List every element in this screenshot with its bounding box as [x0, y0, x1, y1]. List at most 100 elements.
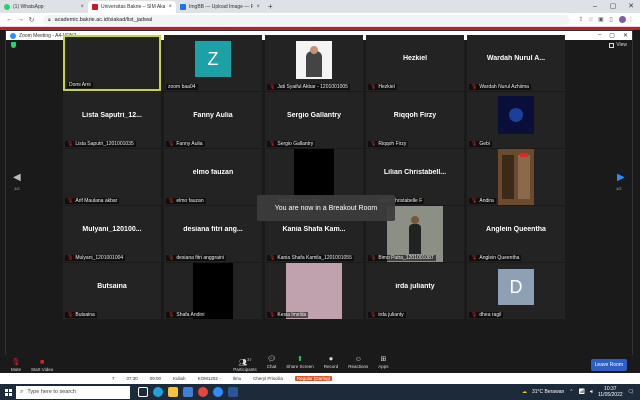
zoom-app-icon[interactable]	[213, 387, 223, 397]
participant-name-tag: 🎙︎ Kesia Imelda	[267, 312, 309, 318]
word-icon[interactable]	[228, 387, 238, 397]
muted-mic-icon: 🎙︎	[269, 141, 276, 147]
browser-tab-strip: (1) WhatsApp × Universitas Bakrie – SIM …	[0, 0, 640, 13]
reload-icon[interactable]: ↻	[26, 16, 37, 24]
address-bar: ← → ↻ 🔒︎ academic.bakrie.ac.id/siakad/li…	[0, 13, 640, 27]
mute-button[interactable]: 🎙︎ Mute	[11, 358, 21, 372]
taskbar-search-input[interactable]: ⌕ Type here to search	[16, 385, 130, 399]
browser-tab-bakrie[interactable]: Universitas Bakrie – SIM Akadem... ×	[88, 1, 176, 13]
participant-name: Fanny Aulia	[176, 141, 203, 147]
edge-icon[interactable]	[153, 387, 163, 397]
close-icon[interactable]: ×	[168, 4, 172, 10]
participant-tile[interactable]: Butsaina 🎙︎ Butsaina	[63, 263, 161, 319]
participant-name-tag: 🎙︎ Kania Shafa Kamila_1201001055	[267, 255, 354, 261]
back-icon[interactable]: ←	[4, 16, 15, 23]
participant-name-tag: 🎙︎ Jati Syaiful Akbar - 1201001005	[267, 84, 350, 90]
participant-name: Anglein Queentha	[479, 255, 520, 261]
url-field[interactable]: 🔒︎ academic.bakrie.ac.id/siakad/list_jad…	[43, 14, 570, 25]
participant-tile[interactable]: Wardah Nurul A... 🎙︎ Wardah Nurul Azhiima	[467, 35, 565, 91]
store-icon[interactable]	[183, 387, 193, 397]
participant-name-tag: 🎙︎ dhea ragil	[469, 312, 504, 318]
profile-avatar[interactable]	[619, 16, 626, 23]
reactions-button[interactable]: ☺ Reactions	[348, 355, 368, 372]
view-button[interactable]: View	[609, 42, 627, 48]
leave-room-button[interactable]: Leave Room	[590, 359, 627, 371]
participant-name-tag: 🎙︎ Sergio Gallantry	[267, 141, 316, 147]
extension-icon[interactable]: ▣	[596, 16, 606, 23]
network-icon[interactable]: 📶︎	[578, 389, 584, 395]
chat-button[interactable]: 💬︎ Chat	[267, 355, 277, 372]
bookmark-star-icon[interactable]: ☆	[586, 16, 596, 23]
close-window-icon[interactable]: ✕	[623, 32, 628, 39]
participant-tile[interactable]: desiana fitri ang... 🎙︎ desiana fitri angg…	[164, 206, 262, 262]
clock[interactable]: 10:37 11/05/2022	[598, 386, 623, 398]
participant-tile[interactable]: Hezkiel 🎙︎ Hezkiel	[366, 35, 464, 91]
record-button[interactable]: ⏺ Record	[324, 355, 339, 372]
participant-name: Lista Saputri_1201001035	[75, 141, 134, 147]
new-tab-button[interactable]: +	[268, 1, 273, 13]
participant-tile[interactable]: 🎙︎ Arif Maulana akbar	[63, 149, 161, 205]
participant-tile[interactable]: 🎙︎ Shafa Andini	[164, 263, 262, 319]
participant-tile[interactable]: 🎙︎ Gebi	[467, 92, 565, 148]
participant-tile[interactable]: 🎙︎ Jati Syaiful Akbar - 1201001005	[265, 35, 363, 91]
participant-name-tag: 🎙︎ Fanny Aulia	[166, 141, 205, 147]
security-shield-icon[interactable]	[11, 42, 16, 48]
close-icon[interactable]: ×	[256, 4, 260, 10]
participant-tile[interactable]: Domi Arni	[63, 35, 161, 91]
start-video-button[interactable]: ■ Start Video	[31, 358, 53, 372]
task-view-icon[interactable]	[138, 387, 148, 397]
participant-name: Riqqoh Firzy	[378, 141, 407, 147]
participants-button[interactable]: 👥︎37 Participants	[233, 355, 257, 372]
participant-tile[interactable]: Riqqoh Firzy 🎙︎ Riqqoh Firzy	[366, 92, 464, 148]
microphone-muted-icon: 🎙︎	[11, 359, 21, 366]
volume-icon[interactable]: 🔊︎	[590, 389, 593, 395]
tray-up-icon[interactable]: ⌃	[569, 389, 573, 395]
browser-tab-whatsapp[interactable]: (1) WhatsApp ×	[0, 1, 88, 13]
tab-label: Universitas Bakrie – SIM Akadem...	[101, 4, 166, 10]
share-icon[interactable]: ⇪	[576, 16, 586, 23]
close-window-icon[interactable]: ✕	[622, 0, 640, 13]
participant-tile[interactable]: D 🎙︎ dhea ragil	[467, 263, 565, 319]
share-screen-label: Share Screen	[286, 363, 314, 369]
minimize-icon[interactable]: –	[598, 32, 601, 39]
search-placeholder: Type here to search	[27, 389, 76, 395]
next-page-arrow[interactable]: ▶	[617, 172, 625, 183]
participant-tile[interactable]: Sergio Gallantry 🎙︎ Sergio Gallantry	[265, 92, 363, 148]
windows-start-icon[interactable]	[0, 384, 16, 400]
previous-page-arrow[interactable]: ◀	[13, 172, 21, 183]
file-explorer-icon[interactable]	[168, 387, 178, 397]
notifications-icon[interactable]: 🗨︎	[628, 389, 634, 395]
forward-icon[interactable]: →	[15, 16, 26, 23]
participant-tile[interactable]: Lista Saputri_12... 🎙︎ Lista Saputri_12010…	[63, 92, 161, 148]
participant-name: Domi Arni	[69, 82, 91, 88]
browser-tab-imgbb[interactable]: ImgBB — Upload Image — Free... ×	[176, 1, 264, 13]
participant-tile[interactable]: elmo fauzan 🎙︎ elmo fauzan	[164, 149, 262, 205]
muted-mic-icon: 🎙︎	[471, 312, 478, 318]
participant-tile[interactable]: 🎙︎ Andira	[467, 149, 565, 205]
maximize-icon[interactable]: ▢	[609, 32, 615, 39]
maximize-icon[interactable]: ▢	[604, 0, 622, 13]
participant-tile[interactable]: Mulyani_120100... 🎙︎ Mulyani_1201001004	[63, 206, 161, 262]
participant-tile[interactable]: Zzoom baa04	[164, 35, 262, 91]
muted-mic-icon: 🎙︎	[168, 141, 175, 147]
minimize-icon[interactable]: –	[586, 0, 604, 13]
participant-tile[interactable]: Anglein Queentha 🎙︎ Anglein Queentha	[467, 206, 565, 262]
close-icon[interactable]: ×	[80, 4, 84, 10]
participant-display-name: Hezkiel	[402, 55, 428, 62]
mute-label: Mute	[11, 367, 22, 372]
cell-code: KOM1202 -	[197, 376, 221, 381]
chrome-icon[interactable]	[198, 387, 208, 397]
schedule-row-peek: 7 07:30 09:00 Kuliah KOM1202 - Ilmu Cher…	[0, 373, 640, 384]
video-feed	[193, 263, 233, 319]
participant-tile[interactable]: Fanny Aulia 🎙︎ Fanny Aulia	[164, 92, 262, 148]
participant-name: dhea ragil	[479, 312, 502, 318]
share-screen-button[interactable]: ⬆ Share Screen	[286, 355, 314, 372]
menu-icon[interactable]: ⋮	[626, 16, 636, 23]
participant-tile[interactable]: 🎙︎ Kesia Imelda	[265, 263, 363, 319]
tab-label: (1) WhatsApp	[13, 4, 44, 10]
participant-tile[interactable]: irda julianty 🎙︎ irda julianty	[366, 263, 464, 319]
apps-button[interactable]: ⊞ Apps	[378, 355, 388, 372]
sidebar-icon[interactable]: ▯	[606, 16, 616, 23]
url-text: academic.bakrie.ac.id/siakad/list_jadwal	[54, 16, 153, 23]
muted-mic-icon: 🎙︎	[269, 255, 276, 261]
